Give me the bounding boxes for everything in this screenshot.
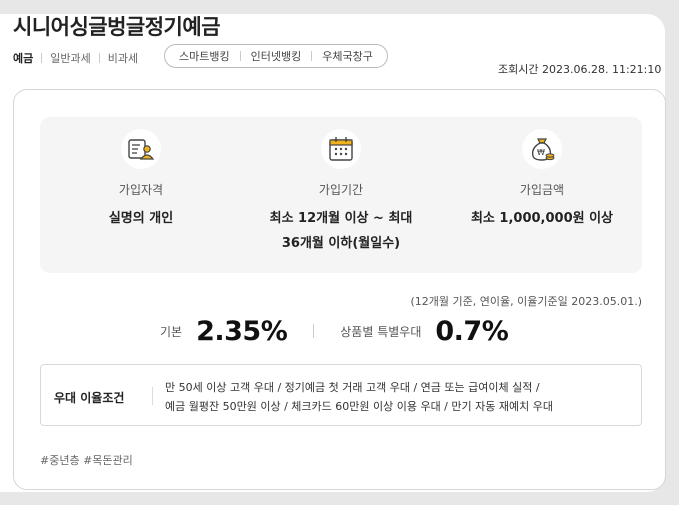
base-rate-value: 2.35% (196, 315, 288, 347)
divider (152, 387, 153, 405)
preferential-line1: 만 50세 이상 고객 우대 / 정기예금 첫 거래 고객 우대 / 연금 또는… (165, 381, 540, 394)
eligibility-label: 가입자격 (118, 183, 164, 197)
money-bag-icon: ₩ (522, 129, 562, 169)
base-rate-label: 기본 (160, 324, 183, 339)
preferential-conditions: 우대 이율조건 만 50세 이상 고객 우대 / 정기예금 첫 거래 고객 우대… (40, 364, 642, 426)
divider (313, 324, 315, 338)
channel-smart-banking: 스마트뱅킹 (179, 50, 230, 63)
rate-row: 기본 2.35% 상품별 특별우대 0.7% (160, 311, 509, 351)
info-panel: 가입자격 실명의 개인 가입기간 최소 12개월 이상 ~ 최대 36개월 이하… (40, 117, 642, 273)
period-value-line1: 최소 12개월 이상 ~ 최대 (269, 211, 413, 226)
amount-label: 가입금액 (519, 183, 565, 197)
period-column: 가입기간 최소 12개월 이상 ~ 최대 36개월 이하(월일수) (241, 129, 441, 256)
calendar-icon (321, 129, 361, 169)
divider (41, 53, 43, 63)
amount-column: ₩ 가입금액 최소 1,000,000원 이상 (442, 129, 642, 231)
eligibility-value: 실명의 개인 (108, 211, 174, 226)
period-value: 최소 12개월 이상 ~ 최대 36개월 이하(월일수) (241, 206, 441, 256)
preferential-line2: 예금 월평잔 50만원 이상 / 체크카드 60만원 이상 이용 우대 / 만기… (165, 400, 553, 413)
preferential-text: 만 50세 이상 고객 우대 / 정기예금 첫 거래 고객 우대 / 연금 또는… (165, 378, 553, 416)
product-title: 시니어싱글벙글정기예금 (13, 15, 221, 39)
period-value-line2: 36개월 이하(월일수) (281, 236, 401, 251)
product-categories: 예금 일반과세 비과세 (13, 50, 138, 66)
special-rate-value: 0.7% (435, 315, 509, 347)
hashtags: #중년층 #목돈관리 (40, 454, 133, 467)
category-general-tax: 일반과세 (50, 52, 91, 65)
svg-text:₩: ₩ (537, 148, 545, 157)
divider (239, 51, 241, 61)
product-card: 가입자격 실명의 개인 가입기간 최소 12개월 이상 ~ 최대 36개월 이하… (13, 89, 666, 490)
period-label: 가입기간 (318, 183, 364, 197)
category-deposit: 예금 (13, 52, 34, 65)
person-document-icon (121, 129, 161, 169)
divider (311, 51, 313, 61)
channel-pill: 스마트뱅킹 인터넷뱅킹 우체국창구 (164, 44, 388, 68)
amount-value: 최소 1,000,000원 이상 (470, 211, 614, 226)
channel-internet-banking: 인터넷뱅킹 (250, 50, 302, 63)
rate-basis-note: (12개월 기준, 연이율, 이율기준일 2023.05.01.) (410, 295, 642, 308)
preferential-title: 우대 이율조건 (54, 391, 125, 405)
channel-post-office: 우체국창구 (322, 50, 373, 63)
divider (98, 53, 100, 63)
category-tax-free: 비과세 (107, 52, 139, 65)
special-rate-label: 상품별 특별우대 (340, 324, 422, 339)
eligibility-column: 가입자격 실명의 개인 (41, 129, 241, 231)
inquiry-time: 조회시간 2023.06.28. 11:21:10 (498, 63, 662, 76)
